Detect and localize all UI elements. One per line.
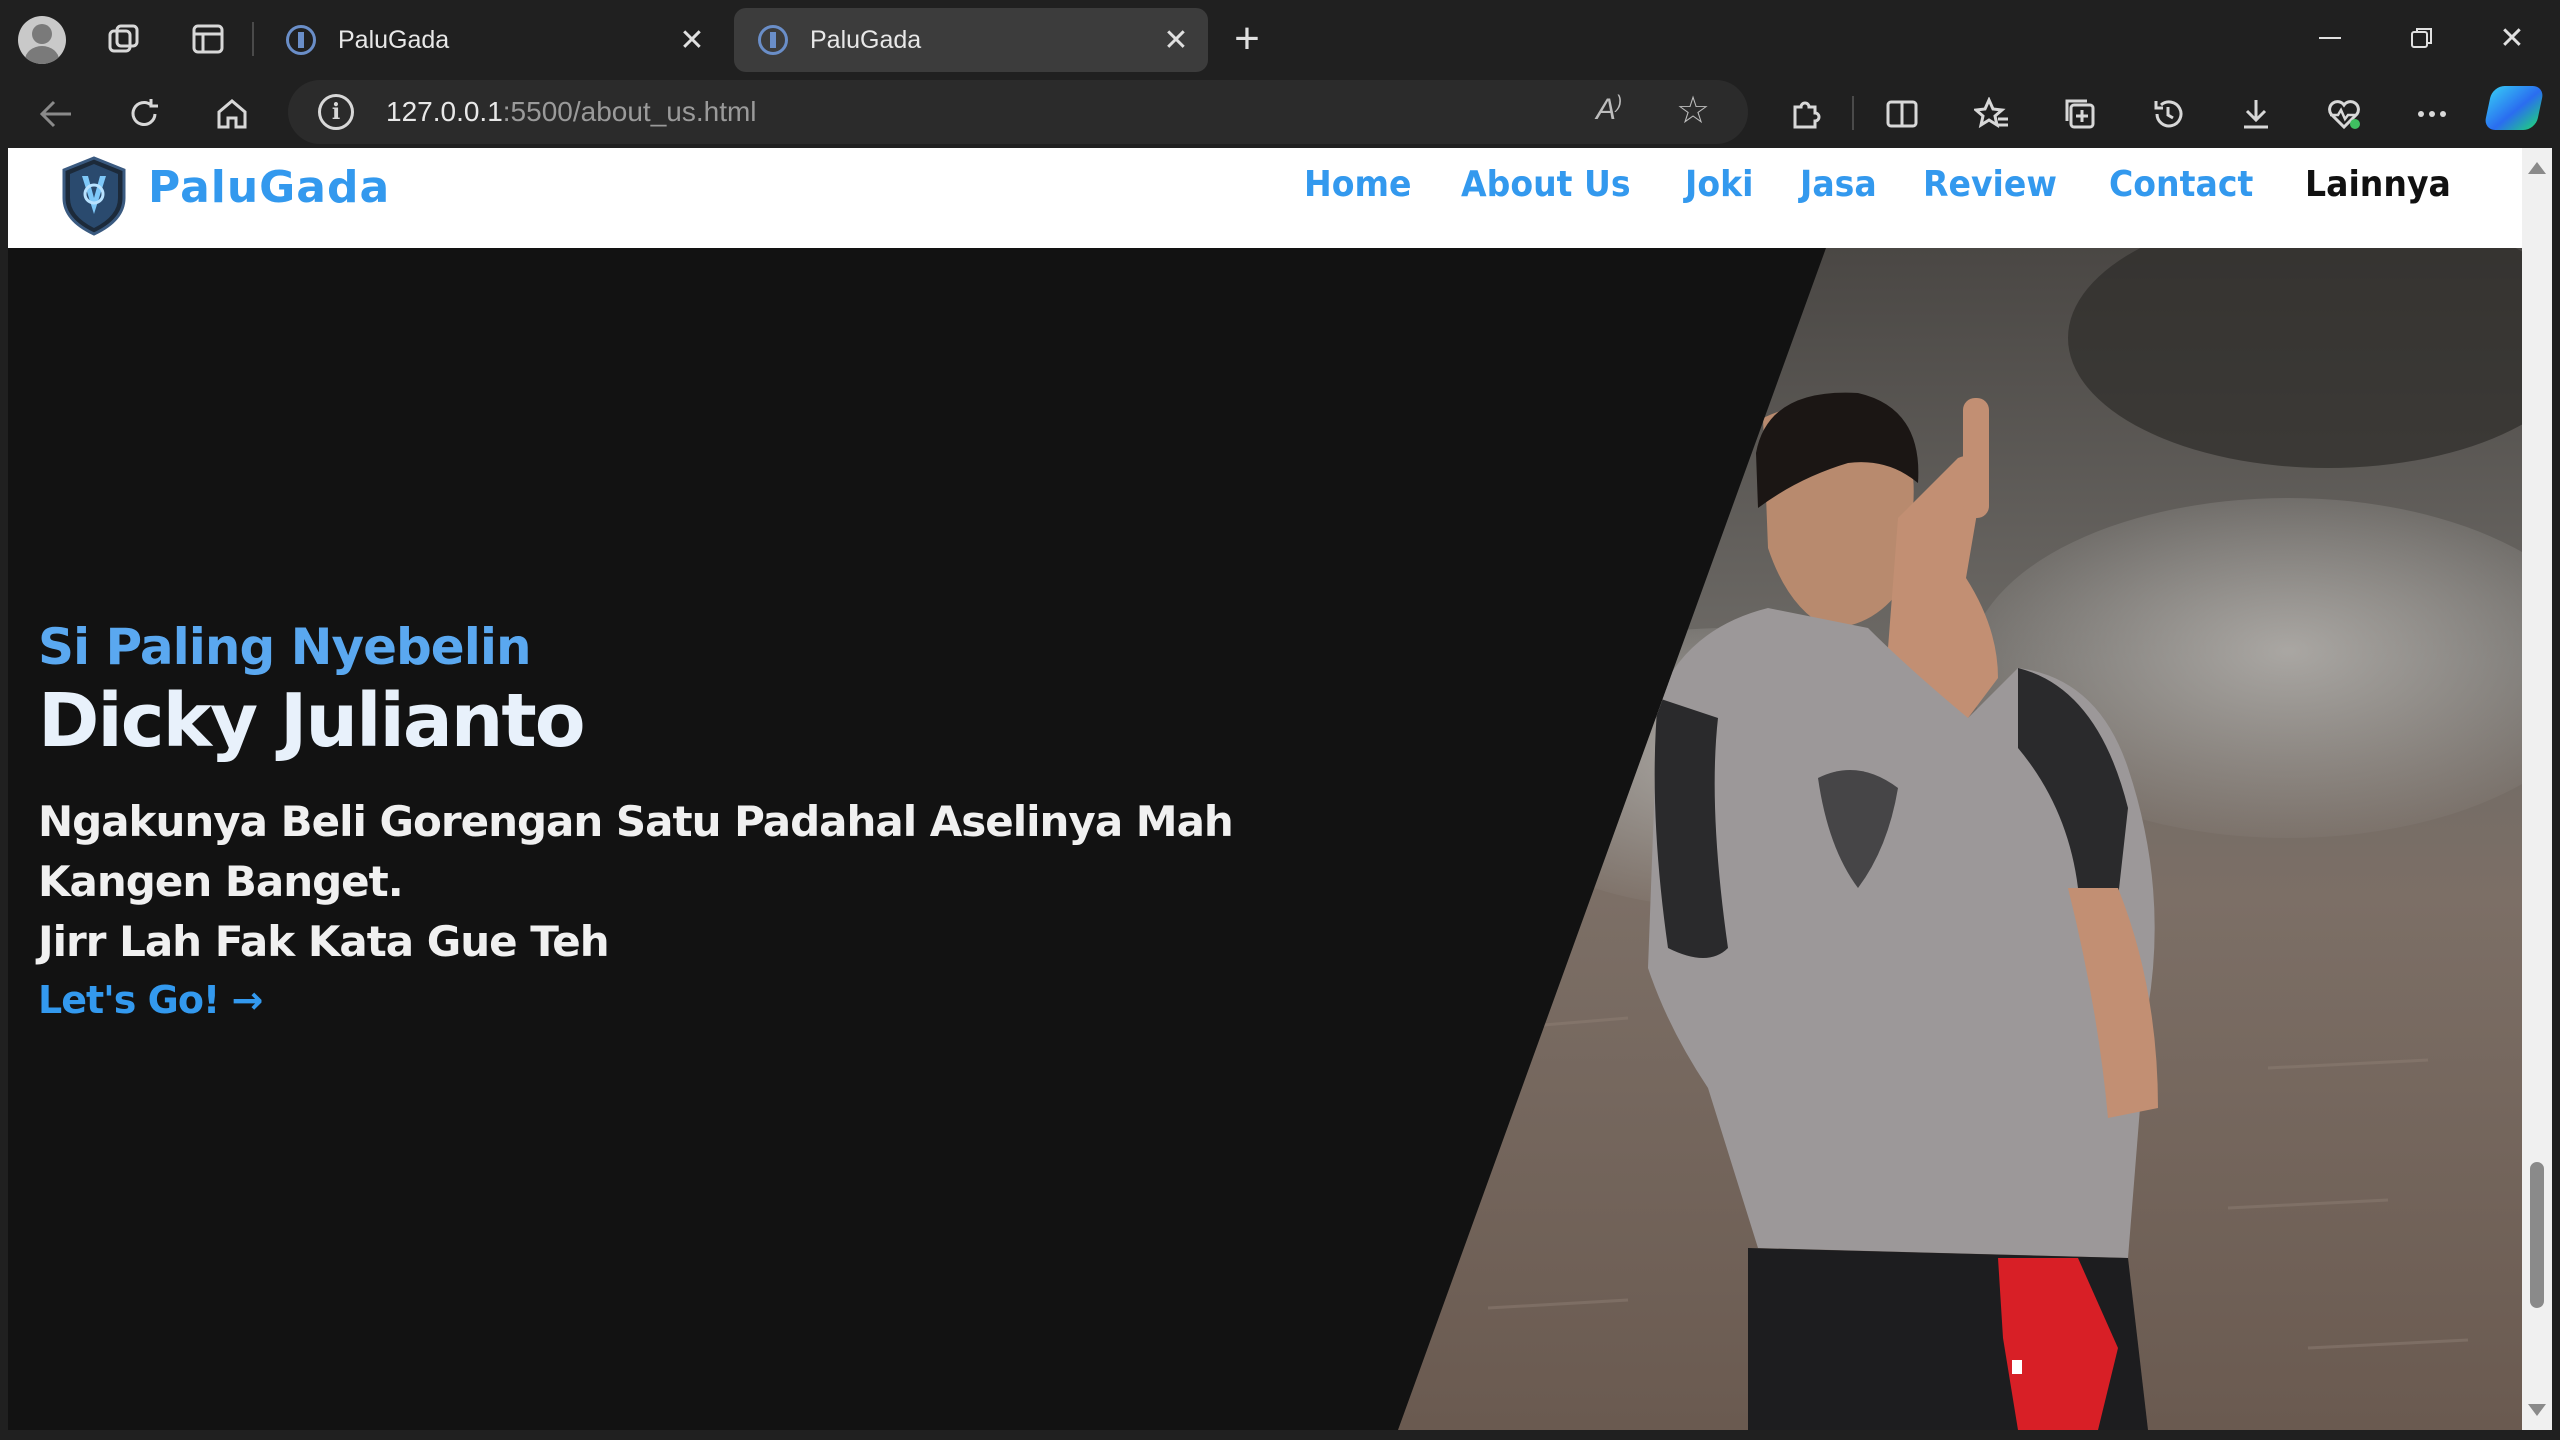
page-viewport: PaluGada Home About Us Joki Jasa Review …: [8, 148, 2522, 1430]
new-tab-plus-icon[interactable]: +: [1222, 14, 1272, 64]
scroll-down-arrow-icon[interactable]: [2528, 1404, 2546, 1416]
tab-palugada-1[interactable]: PaluGada ✕: [262, 8, 724, 72]
extensions-icon[interactable]: [1780, 88, 1832, 140]
read-aloud-icon[interactable]: A): [1596, 92, 1622, 127]
hero-content: Si Paling Nyebelin Dicky Julianto Ngakun…: [38, 618, 1238, 1022]
palugada-logo-icon[interactable]: [52, 154, 136, 238]
hero-subtitle: Si Paling Nyebelin: [38, 618, 532, 676]
refresh-icon[interactable]: [118, 88, 170, 140]
brand-name[interactable]: PaluGada: [148, 162, 390, 213]
window-close-icon[interactable]: ✕: [2482, 14, 2542, 62]
window-bottom-edge: [0, 1430, 2560, 1440]
nav-joki[interactable]: Joki: [1685, 164, 1753, 205]
page-scrollbar[interactable]: [2522, 148, 2552, 1430]
minimize-icon[interactable]: [2300, 14, 2360, 62]
hero-title: Dicky Julianto: [38, 678, 586, 764]
more-icon[interactable]: [2406, 88, 2458, 140]
titlebar-divider: [252, 22, 254, 56]
close-icon[interactable]: ✕: [672, 20, 712, 60]
url-path: :5500/about_us.html: [502, 96, 757, 127]
history-icon[interactable]: [2142, 88, 2194, 140]
nav-contact[interactable]: Contact: [2109, 164, 2253, 205]
collections-icon[interactable]: [2054, 88, 2106, 140]
nav-home[interactable]: Home: [1304, 164, 1411, 205]
hero-description: Ngakunya Beli Gorengan Satu Padahal Asel…: [38, 792, 1238, 972]
browser-titlebar: PaluGada ✕ PaluGada ✕ + ✕: [0, 0, 2560, 78]
tab-palugada-2[interactable]: PaluGada ✕: [734, 8, 1208, 72]
site-favicon-icon: [286, 25, 316, 55]
restore-icon[interactable]: [2392, 14, 2452, 62]
workspaces-icon[interactable]: [100, 16, 148, 62]
url-host: 127.0.0.1: [386, 96, 503, 127]
lets-go-link[interactable]: Let's Go! →: [38, 978, 263, 1022]
nav-lainnya[interactable]: Lainnya: [2305, 164, 2451, 205]
browser-toolbar: i 127.0.0.1:5500/about_us.html A) ☆: [0, 78, 2560, 148]
favorites-icon[interactable]: [1966, 88, 2018, 140]
site-info-icon[interactable]: i: [318, 94, 354, 130]
home-icon[interactable]: [206, 88, 258, 140]
toolbar-divider: [1852, 96, 1854, 130]
hero-line-2: Kangen Banget.: [38, 857, 404, 906]
scroll-up-arrow-icon[interactable]: [2528, 162, 2546, 174]
nav-about-us[interactable]: About Us: [1461, 164, 1631, 205]
download-icon[interactable]: [2230, 88, 2282, 140]
tab-title: PaluGada: [810, 25, 922, 54]
url-text[interactable]: 127.0.0.1:5500/about_us.html: [386, 96, 757, 128]
main-nav: Home About Us Joki Jasa Review Contact L…: [1304, 164, 2464, 205]
close-icon[interactable]: ✕: [1156, 20, 1196, 60]
tab-actions-icon[interactable]: [184, 16, 232, 62]
nav-review[interactable]: Review: [1923, 164, 2057, 205]
nav-jasa[interactable]: Jasa: [1800, 164, 1877, 205]
site-favicon-icon: [758, 25, 788, 55]
browser-essentials-icon[interactable]: [2318, 88, 2370, 140]
split-screen-icon[interactable]: [1876, 88, 1928, 140]
profile-avatar[interactable]: [18, 16, 66, 64]
hero-line-1: Ngakunya Beli Gorengan Satu Padahal Asel…: [38, 797, 1234, 846]
address-bar[interactable]: i 127.0.0.1:5500/about_us.html A) ☆: [288, 80, 1748, 144]
site-navbar: PaluGada Home About Us Joki Jasa Review …: [8, 148, 2522, 248]
hero-line-3: Jirr Lah Fak Kata Gue Teh: [38, 917, 610, 966]
scrollbar-thumb[interactable]: [2530, 1162, 2544, 1308]
tab-title: PaluGada: [338, 25, 450, 54]
star-icon[interactable]: ☆: [1676, 88, 1710, 133]
back-arrow-icon[interactable]: [30, 88, 82, 140]
